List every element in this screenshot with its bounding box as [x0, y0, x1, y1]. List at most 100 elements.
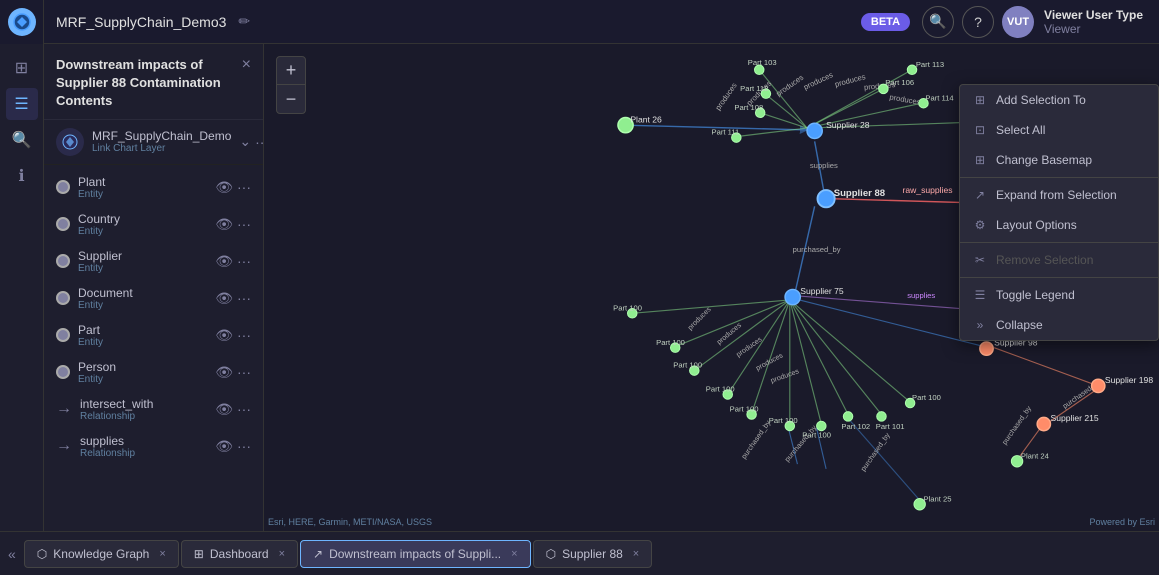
- tab-dashboard-close[interactable]: ×: [279, 548, 285, 560]
- context-menu-label: Collapse: [996, 318, 1043, 332]
- entity-info: Supplier Entity: [78, 249, 207, 274]
- context-menu-item-toggle-legend[interactable]: ☰ Toggle Legend: [960, 280, 1158, 310]
- search-button[interactable]: 🔍: [922, 6, 954, 38]
- entity-dot: [56, 217, 70, 231]
- entity-more-button[interactable]: ···: [237, 401, 251, 418]
- layer-more-button[interactable]: ···: [255, 134, 264, 150]
- sidebar-icon-search[interactable]: 🔍: [6, 124, 38, 156]
- layer-info: MRF_SupplyChain_Demo Link Chart Layer: [92, 129, 231, 154]
- entity-dot: [56, 365, 70, 379]
- tab-supplier88[interactable]: ⬡ Supplier 88 ×: [533, 540, 653, 568]
- svg-text:Part 100: Part 100: [730, 405, 759, 414]
- entity-visibility-button[interactable]: 👁: [215, 179, 233, 196]
- entity-type: Entity: [78, 226, 207, 237]
- svg-text:Part 100: Part 100: [673, 361, 702, 370]
- svg-text:Part 114: Part 114: [925, 93, 954, 102]
- svg-text:Supplier 215: Supplier 215: [1050, 413, 1098, 423]
- expand-arrows-icon: «: [8, 546, 16, 562]
- context-menu-item-layout-options[interactable]: ⚙ Layout Options: [960, 210, 1158, 240]
- entity-type: Entity: [78, 374, 207, 385]
- entity-name: Person: [78, 360, 207, 374]
- svg-text:Part 102: Part 102: [841, 422, 870, 431]
- zoom-out-button[interactable]: −: [277, 85, 305, 113]
- context-menu-divider: [960, 242, 1158, 243]
- entity-info: Document Entity: [78, 286, 207, 311]
- entity-name: Plant: [78, 175, 207, 189]
- list-item: Person Entity 👁 ···: [44, 354, 263, 391]
- tab-dashboard[interactable]: ⊞ Dashboard ×: [181, 540, 298, 568]
- sidebar-icon-contents[interactable]: ☰: [6, 88, 38, 120]
- list-item: → supplies Relationship 👁 ···: [44, 428, 263, 465]
- context-menu-item-collapse[interactable]: » Collapse: [960, 310, 1158, 340]
- zoom-in-button[interactable]: +: [277, 57, 305, 85]
- panel-close-button[interactable]: ×: [242, 56, 251, 74]
- context-menu-label: Toggle Legend: [996, 288, 1075, 302]
- entity-visibility-button[interactable]: 👁: [215, 216, 233, 233]
- toggle-legend-icon: ☰: [972, 287, 988, 303]
- entity-type: Relationship: [80, 411, 207, 422]
- context-menu-item-change-basemap[interactable]: ⊞ Change Basemap: [960, 145, 1158, 175]
- side-panel: Downstream impacts of Supplier 88 Contam…: [44, 44, 264, 531]
- entity-more-button[interactable]: ···: [237, 327, 251, 344]
- tab-downstream-close[interactable]: ×: [511, 548, 517, 560]
- entity-visibility-button[interactable]: 👁: [215, 401, 233, 418]
- svg-text:Plant 25: Plant 25: [923, 494, 951, 503]
- avatar[interactable]: VUT: [1002, 6, 1034, 38]
- layer-icon: [56, 128, 84, 156]
- entity-more-button[interactable]: ···: [237, 364, 251, 381]
- context-menu-item-expand-selection[interactable]: ↗ Expand from Selection: [960, 180, 1158, 210]
- context-menu-label: Remove Selection: [996, 253, 1093, 267]
- tab-supplier88-close[interactable]: ×: [633, 548, 639, 560]
- relationship-arrow-icon: →: [56, 437, 72, 455]
- entity-visibility-button[interactable]: 👁: [215, 290, 233, 307]
- list-item: Part Entity 👁 ···: [44, 317, 263, 354]
- sidebar-icons: ⊞ ☰ 🔍 ℹ: [0, 44, 44, 531]
- entity-item-actions: 👁 ···: [215, 438, 251, 455]
- sidebar-icon-info[interactable]: ℹ: [6, 160, 38, 192]
- entity-name: Country: [78, 212, 207, 226]
- svg-text:Part 113: Part 113: [916, 60, 944, 69]
- entity-list: Plant Entity 👁 ··· Country Entity 👁 ···: [44, 165, 263, 469]
- entity-item-actions: 👁 ···: [215, 401, 251, 418]
- help-button[interactable]: ?: [962, 6, 994, 38]
- entity-more-button[interactable]: ···: [237, 438, 251, 455]
- tab-knowledge-graph[interactable]: ⬡ Knowledge Graph ×: [24, 540, 179, 568]
- entity-visibility-button[interactable]: 👁: [215, 364, 233, 381]
- app-title: MRF_SupplyChain_Demo3: [44, 14, 238, 30]
- layer-item: MRF_SupplyChain_Demo Link Chart Layer ⌄ …: [44, 120, 263, 165]
- context-menu-item-add-selection[interactable]: ⊞ Add Selection To: [960, 85, 1158, 115]
- powered-by-label: Powered by Esri: [1089, 517, 1155, 527]
- supplier88-tab-icon: ⬡: [546, 547, 556, 561]
- map-area[interactable]: + −: [264, 44, 1159, 531]
- knowledge-graph-tab-icon: ⬡: [37, 547, 47, 561]
- logo-icon: [8, 8, 36, 36]
- svg-text:Part 100: Part 100: [802, 430, 831, 439]
- entity-name: intersect_with: [80, 397, 207, 411]
- context-menu-item-select-all[interactable]: ⊡ Select All: [960, 115, 1158, 145]
- entity-more-button[interactable]: ···: [237, 216, 251, 233]
- context-menu-label: Select All: [996, 123, 1045, 137]
- context-menu-label: Layout Options: [996, 218, 1077, 232]
- entity-visibility-button[interactable]: 👁: [215, 327, 233, 344]
- svg-text:Part 100: Part 100: [769, 416, 798, 425]
- list-item: Document Entity 👁 ···: [44, 280, 263, 317]
- context-menu-item-remove-selection[interactable]: ✂ Remove Selection: [960, 245, 1158, 275]
- tab-downstream-label: Downstream impacts of Suppli...: [329, 547, 501, 561]
- context-menu-divider: [960, 277, 1158, 278]
- tab-downstream[interactable]: ↗ Downstream impacts of Suppli... ×: [300, 540, 531, 568]
- context-menu-label: Add Selection To: [996, 93, 1086, 107]
- list-item: Plant Entity 👁 ···: [44, 169, 263, 206]
- svg-text:supplies: supplies: [907, 291, 935, 300]
- entity-more-button[interactable]: ···: [237, 179, 251, 196]
- layer-expand-button[interactable]: ⌄: [239, 133, 251, 150]
- edit-icon[interactable]: ✏: [238, 13, 250, 30]
- user-role: Viewer: [1044, 22, 1143, 36]
- entity-more-button[interactable]: ···: [237, 253, 251, 270]
- entity-visibility-button[interactable]: 👁: [215, 438, 233, 455]
- sidebar-icon-layers[interactable]: ⊞: [6, 52, 38, 84]
- sidebar-expand-button[interactable]: «: [8, 546, 22, 562]
- entity-more-button[interactable]: ···: [237, 290, 251, 307]
- entity-visibility-button[interactable]: 👁: [215, 253, 233, 270]
- tab-knowledge-graph-close[interactable]: ×: [159, 548, 165, 560]
- entity-dot: [56, 328, 70, 342]
